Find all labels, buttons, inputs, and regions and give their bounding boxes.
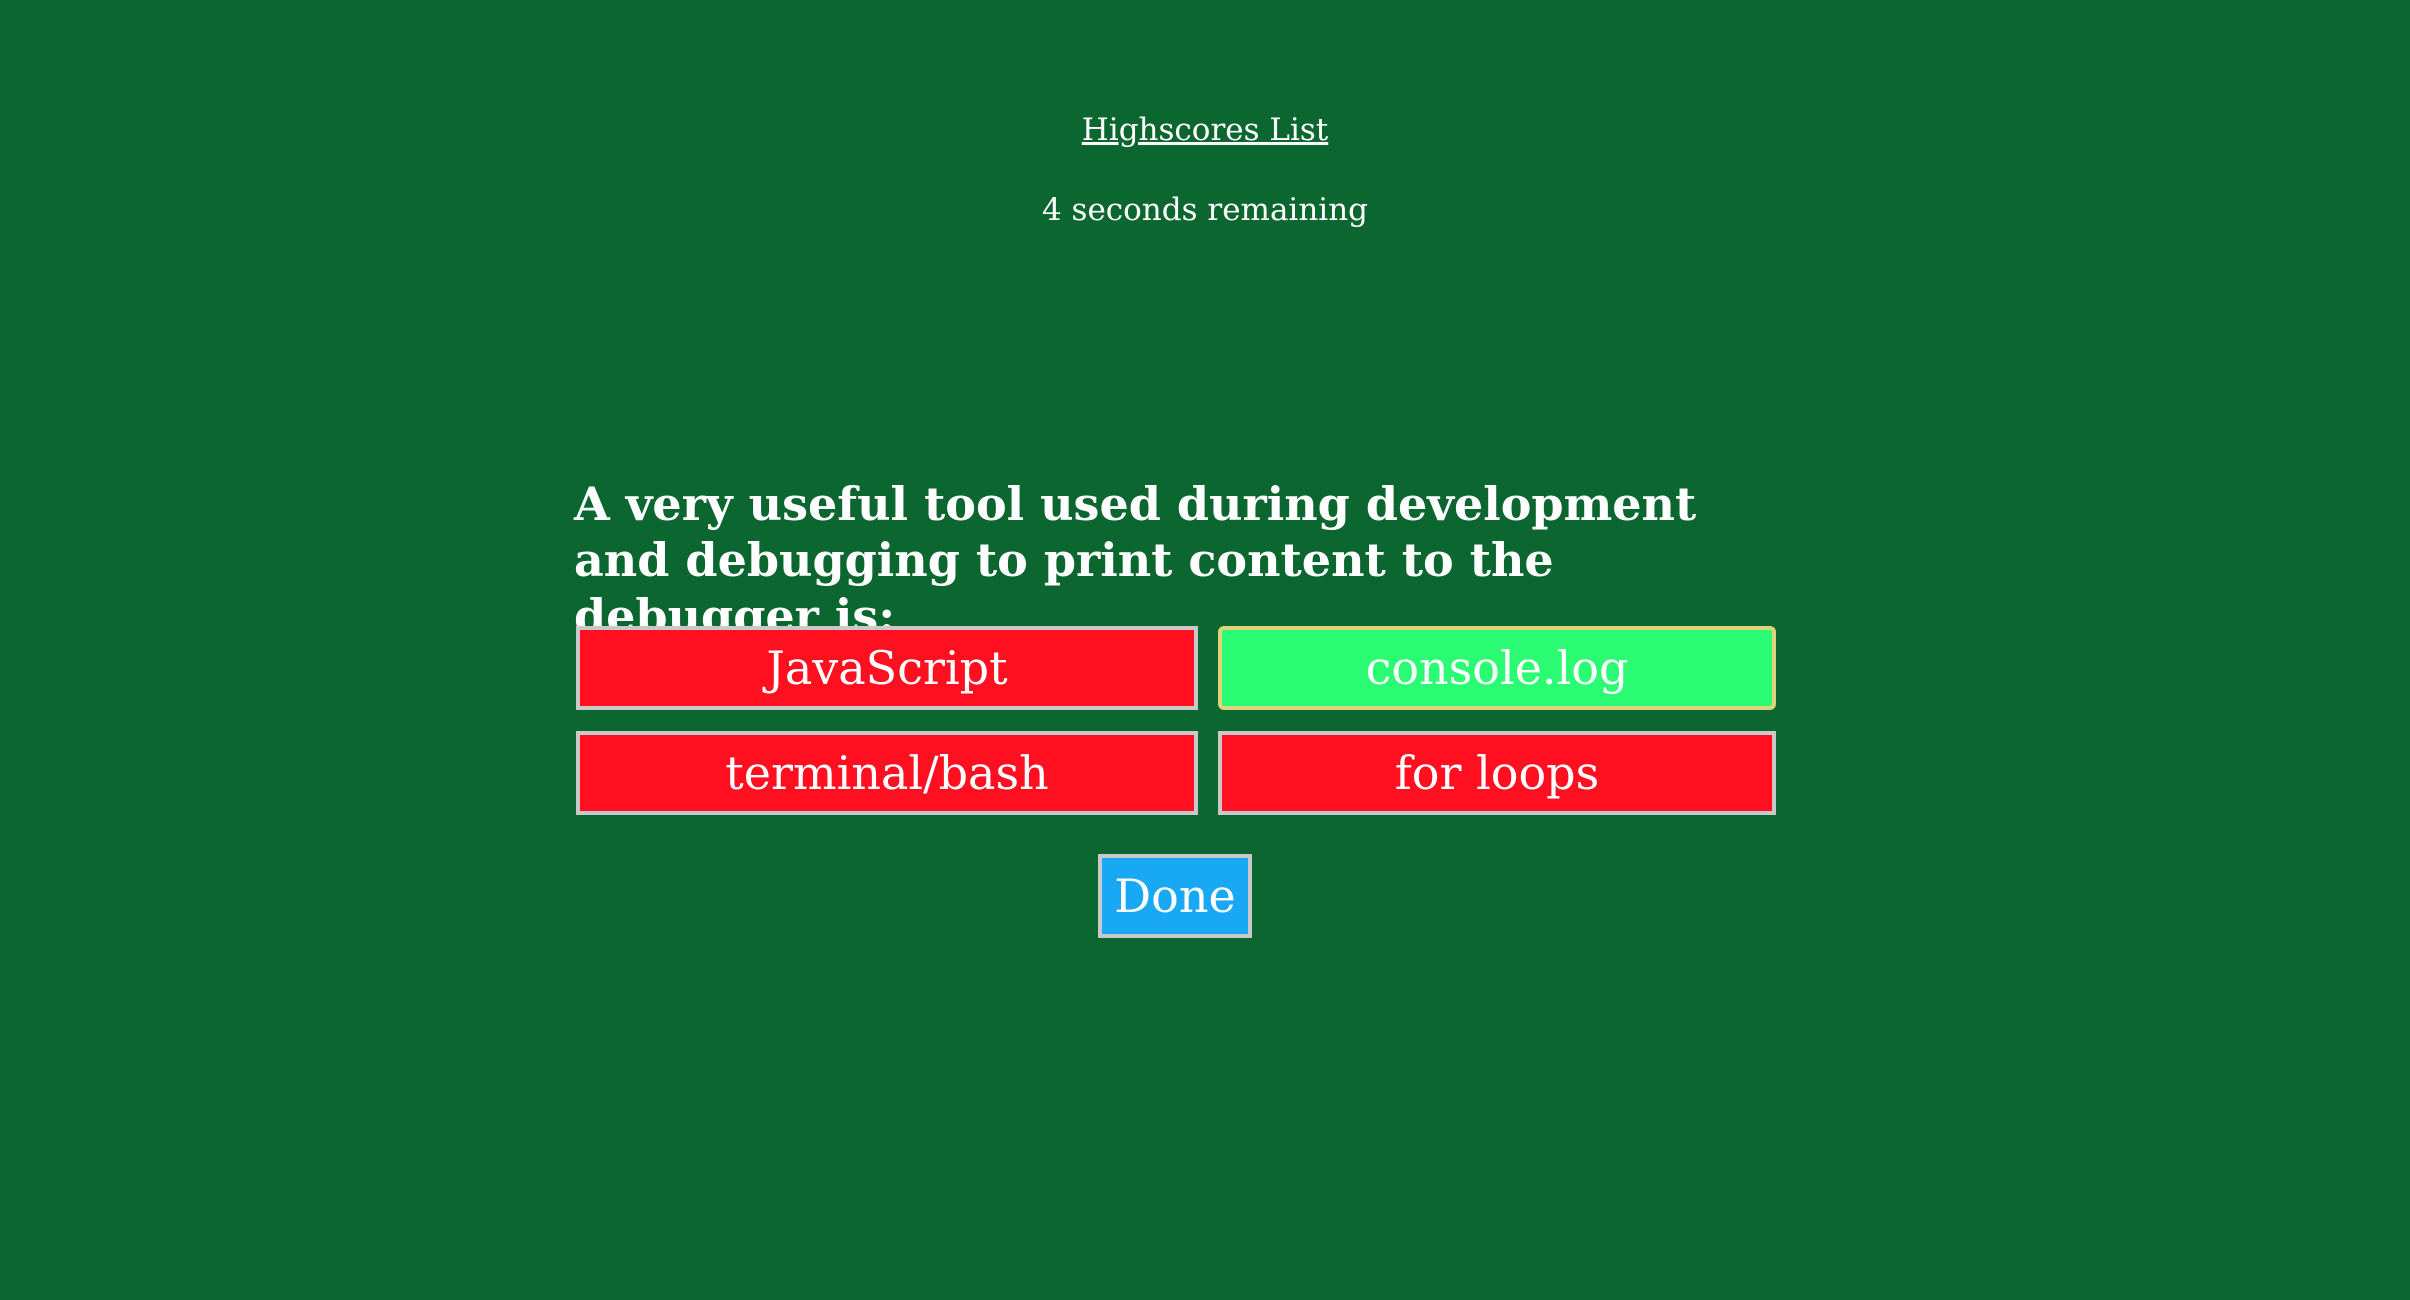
quiz-page: { "header": { "highscores_link": "Highsc… [0, 0, 2410, 1300]
answer-choice-javascript[interactable]: JavaScript [576, 626, 1198, 710]
answer-choice-console-log[interactable]: console.log [1218, 626, 1776, 710]
question-text: A very useful tool used during developme… [574, 477, 1697, 643]
answer-choice-for-loops[interactable]: for loops [1218, 731, 1776, 815]
answer-choice-terminal-bash[interactable]: terminal/bash [576, 731, 1198, 815]
answer-choices: JavaScript console.log terminal/bash for… [576, 626, 1776, 815]
highscores-link[interactable]: Highscores List [0, 112, 2410, 148]
timer-text: 4 seconds remaining [1041, 192, 1369, 228]
done-button[interactable]: Done [1098, 854, 1252, 938]
